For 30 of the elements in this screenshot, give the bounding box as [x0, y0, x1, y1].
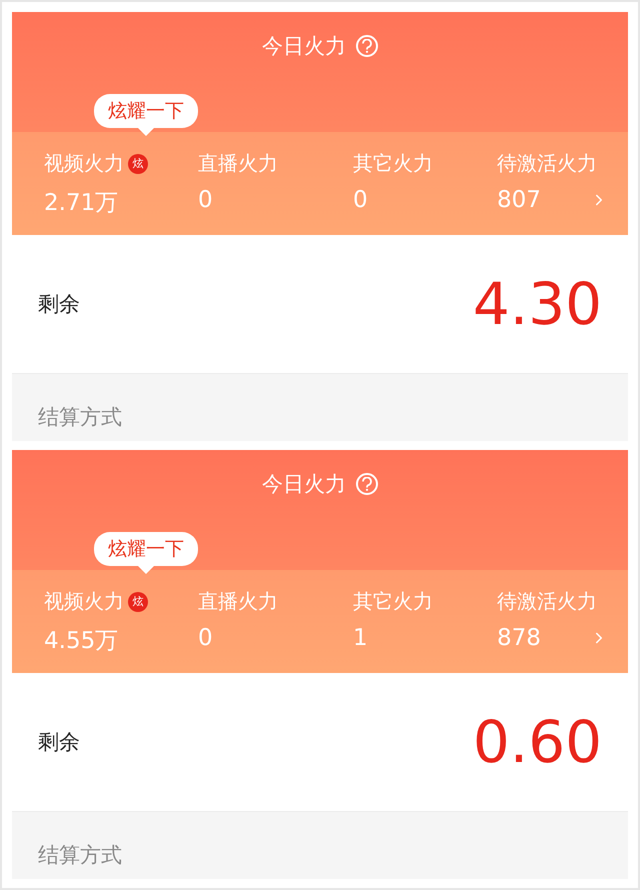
stat-value: 0 [198, 625, 213, 651]
settlement-label: 结算方式 [38, 842, 122, 869]
stat-label: 待激活火力 [497, 150, 597, 177]
settlement-label: 结算方式 [38, 404, 122, 431]
tooltip-bubble[interactable]: 炫耀一下 [94, 94, 198, 128]
stat-label: 视频火力 [44, 588, 124, 615]
remaining-label: 剩余 [38, 291, 80, 318]
stat-value: 4.55万 [44, 627, 118, 656]
stat-label: 其它火力 [353, 588, 433, 615]
stat-label: 待激活火力 [497, 588, 597, 615]
stat-label: 直播火力 [198, 150, 278, 177]
help-icon[interactable] [356, 473, 378, 495]
help-icon[interactable] [356, 35, 378, 57]
tooltip-bubble[interactable]: 炫耀一下 [94, 532, 198, 566]
stat-value: 0 [353, 187, 368, 213]
stat-badge: 炫 [128, 592, 148, 612]
stat-badge: 炫 [128, 154, 148, 174]
stat-label: 其它火力 [353, 150, 433, 177]
stat-label: 视频火力 [44, 150, 124, 177]
stat-value: 0 [198, 187, 213, 213]
stat-value: 2.71万 [44, 189, 118, 218]
remaining-value: 0.60 [472, 708, 602, 776]
stat-label: 直播火力 [198, 588, 278, 615]
panel-title: 今日火力 [262, 33, 346, 60]
stat-value: 807 [497, 187, 541, 213]
stat-value: 1 [353, 625, 368, 651]
stat-value: 878 [497, 625, 541, 651]
panel-title: 今日火力 [262, 471, 346, 498]
remaining-label: 剩余 [38, 729, 80, 756]
remaining-value: 4.30 [472, 270, 602, 338]
